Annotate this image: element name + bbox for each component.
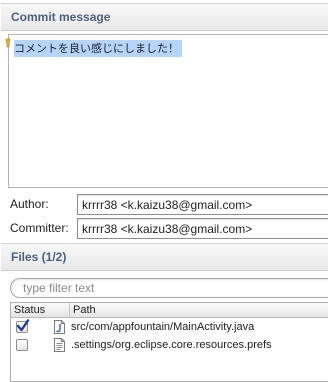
row-checkbox-checked[interactable] [16, 319, 30, 333]
author-value: krrrr38 <k.kaizu38@gmail.com> [82, 198, 253, 212]
path-column-header[interactable]: Path [73, 304, 96, 316]
column-divider[interactable] [69, 303, 70, 318]
table-row[interactable]: src/com/appfountain/MainActivity.java [11, 319, 328, 337]
author-label: Author: [10, 197, 49, 211]
committer-label: Committer: [10, 221, 69, 235]
commit-message-textarea[interactable]: コメントを良い感じにしました！ [8, 34, 328, 188]
commit-message-text: コメントを良い感じにしました！ [14, 40, 182, 57]
files-header: Files (1/2) [1, 243, 328, 271]
filter-placeholder: type filter text [23, 281, 95, 295]
committer-field[interactable]: krrrr38 <k.kaizu38@gmail.com> [77, 218, 328, 239]
commit-message-title: Commit message [11, 10, 111, 24]
author-field[interactable]: krrrr38 <k.kaizu38@gmail.com> [77, 194, 328, 215]
warning-marker-icon [5, 38, 11, 48]
checkmark-icon [16, 319, 30, 332]
filter-input[interactable]: type filter text [10, 278, 328, 298]
table-row[interactable]: .settings/org.eclipse.core.resources.pre… [11, 337, 328, 355]
files-table-header: Status Path [11, 303, 328, 318]
row-checkbox-unchecked[interactable] [16, 339, 28, 351]
java-file-icon [54, 320, 65, 334]
text-file-icon [54, 338, 65, 352]
file-path: .settings/org.eclipse.core.resources.pre… [71, 339, 272, 351]
files-title: Files (1/2) [11, 250, 67, 264]
commit-message-header: Commit message [1, 3, 328, 31]
files-table: Status Path src/com/appfountain/MainActi… [10, 302, 328, 382]
file-path: src/com/appfountain/MainActivity.java [71, 321, 255, 333]
committer-value: krrrr38 <k.kaizu38@gmail.com> [82, 222, 253, 236]
status-column-header[interactable]: Status [14, 304, 45, 316]
